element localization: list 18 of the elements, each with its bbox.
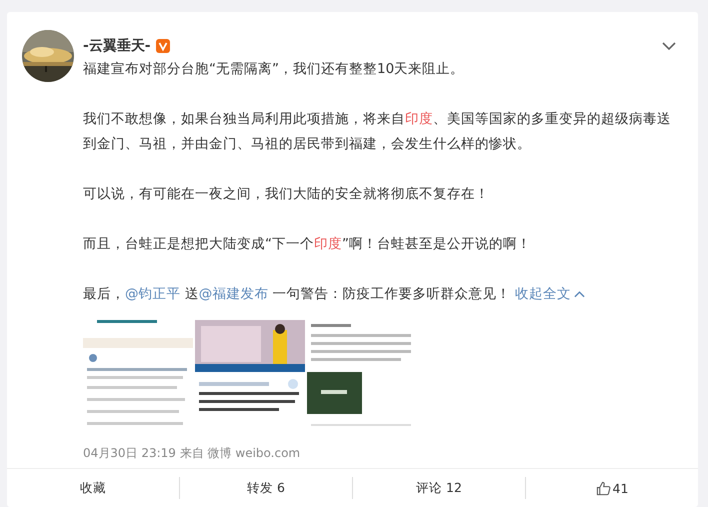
- post-paragraph: 我们不敢想像，如果台独当局利用此项措施，将来自 印度、美国等国家的多重变异的超级病毒送到金门、马祖，并由金门、马祖的居民带到福建，会发生什么样的惨状。: [83, 110, 672, 154]
- thumbs-up-icon: [596, 480, 611, 496]
- collapse-link[interactable]: 收起全文: [514, 286, 585, 302]
- post-paragraph: 可以说，有可能在一夜之间，我们大陆的安全就将彻底不复存在！: [83, 185, 490, 204]
- post-paragraph: 而且，台蛙正是想把大陆变成“下一个印度”啊！台蛙甚至是公开说的啊！: [83, 235, 532, 254]
- repost-button[interactable]: 转发 6: [180, 469, 352, 507]
- post-paragraph: 福建宣布对部分台胞“无需隔离”，我们还有整整10天来阻止。: [83, 60, 466, 79]
- like-button[interactable]: 41: [526, 469, 698, 507]
- caret-up-icon: [574, 290, 585, 298]
- favorite-button[interactable]: 收藏: [7, 469, 179, 507]
- mention-link[interactable]: @钧正平: [125, 286, 180, 302]
- mention-link[interactable]: @福建发布: [198, 286, 268, 302]
- author-name[interactable]: -云翼垂天-: [83, 37, 151, 55]
- avatar[interactable]: [22, 30, 74, 82]
- chevron-down-icon[interactable]: [662, 42, 676, 50]
- post-paragraph: 最后，@钧正平 送@福建发布 一句警告：防疫工作要多听群众意见！ 收起全文: [83, 282, 682, 307]
- post-time-source: 04月30日 23:19 来自 微博 weibo.com: [83, 445, 302, 462]
- comment-button[interactable]: 评论 12: [353, 469, 525, 507]
